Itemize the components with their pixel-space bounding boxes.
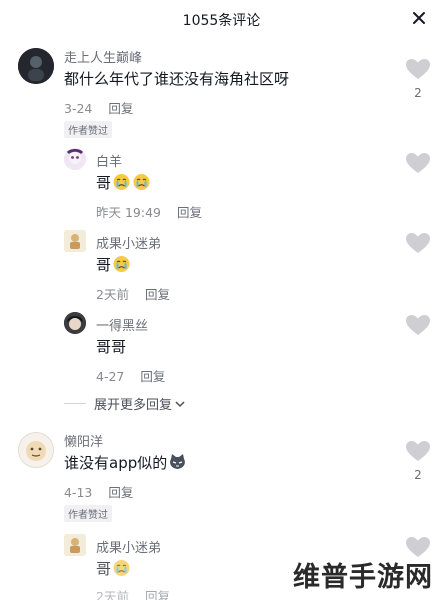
reply-item: 成果小迷弟 哥 2天前 回复 — [0, 0, 443, 600]
divider-line — [64, 403, 86, 404]
heart-icon — [406, 315, 430, 335]
comment-text: 哥 — [96, 254, 131, 275]
comment-date: 4-13 — [64, 485, 93, 500]
like-button[interactable] — [405, 314, 431, 336]
comment-date: 昨天 19:49 — [96, 205, 161, 220]
avatar[interactable] — [64, 148, 86, 170]
comment-meta: 4-27 回复 — [96, 366, 165, 385]
comment-username[interactable]: 走上人生巅峰 — [64, 47, 142, 66]
reply-button[interactable]: 回复 — [145, 287, 170, 302]
like-count: 2 — [414, 86, 422, 100]
comment-date: 2天前 — [96, 287, 129, 302]
comment-text: 哥哥 — [96, 338, 127, 356]
comment-text: 都什么年代了谁还没有海角社区呀 — [64, 70, 290, 88]
comment-date: 3-24 — [64, 101, 93, 116]
comment-date: 4-27 — [96, 369, 125, 384]
avatar[interactable] — [64, 312, 86, 334]
reply-button[interactable]: 回复 — [145, 589, 170, 600]
like-count: 2 — [414, 468, 422, 482]
comment-text-content: 哥 — [96, 174, 112, 192]
avatar[interactable] — [18, 432, 54, 468]
reply-button[interactable]: 回复 — [177, 205, 202, 220]
comment-meta: 4-13 回复 — [64, 482, 133, 501]
reply-button[interactable]: 回复 — [140, 369, 165, 384]
reply-button[interactable]: 回复 — [108, 101, 133, 116]
chevron-down-icon — [175, 401, 185, 408]
heart-icon — [406, 233, 430, 253]
comment-item: 走上人生巅峰 都什么年代了谁还没有海角社区呀 3-24 回复 作者赞过 2 — [0, 0, 443, 150]
comment-text-content: 谁没有app似的 — [64, 454, 168, 472]
watermark-text: 维普手游网 — [293, 562, 433, 593]
heart-icon — [406, 441, 430, 461]
heart-icon — [406, 59, 430, 79]
comment-meta: 2天前 回复 — [96, 586, 170, 600]
comment-text: 哥 — [96, 558, 131, 579]
comment-username[interactable]: 成果小迷弟 — [96, 537, 161, 556]
author-liked-badge: 作者赞过 — [64, 505, 112, 522]
avatar[interactable] — [64, 230, 86, 252]
comment-username[interactable]: 懒阳洋 — [64, 431, 103, 450]
crying-emoji-icon — [132, 173, 151, 191]
comment-username[interactable]: 成果小迷弟 — [96, 233, 161, 252]
crying-emoji-icon — [112, 173, 131, 191]
like-button[interactable] — [405, 152, 431, 174]
avatar[interactable] — [64, 534, 86, 556]
reply-button[interactable]: 回复 — [108, 485, 133, 500]
like-button[interactable]: 2 — [405, 58, 431, 100]
comment-meta: 2天前 回复 — [96, 284, 170, 303]
comment-meta: 昨天 19:49 回复 — [96, 202, 202, 221]
comment-text-content: 哥 — [96, 560, 112, 578]
like-button[interactable] — [405, 232, 431, 254]
expand-more-replies-label: 展开更多回复 — [94, 394, 186, 413]
comment-date: 2天前 — [96, 589, 129, 600]
cat-emoji-icon — [168, 453, 187, 471]
avatar[interactable] — [18, 48, 54, 84]
like-button[interactable]: 2 — [405, 440, 431, 482]
comment-username[interactable]: 一得黑丝 — [96, 315, 148, 334]
crying-emoji-icon — [112, 255, 131, 273]
comment-meta: 3-24 回复 — [64, 98, 133, 117]
comment-username[interactable]: 白羊 — [96, 151, 122, 170]
comment-text-content: 哥 — [96, 256, 112, 274]
expand-label-text: 展开更多回复 — [94, 398, 173, 413]
heart-icon — [406, 153, 430, 173]
comment-text: 谁没有app似的 — [64, 452, 187, 473]
crying-emoji-icon — [112, 559, 131, 577]
comment-text: 哥 — [96, 172, 151, 193]
author-liked-badge: 作者赞过 — [64, 121, 112, 138]
